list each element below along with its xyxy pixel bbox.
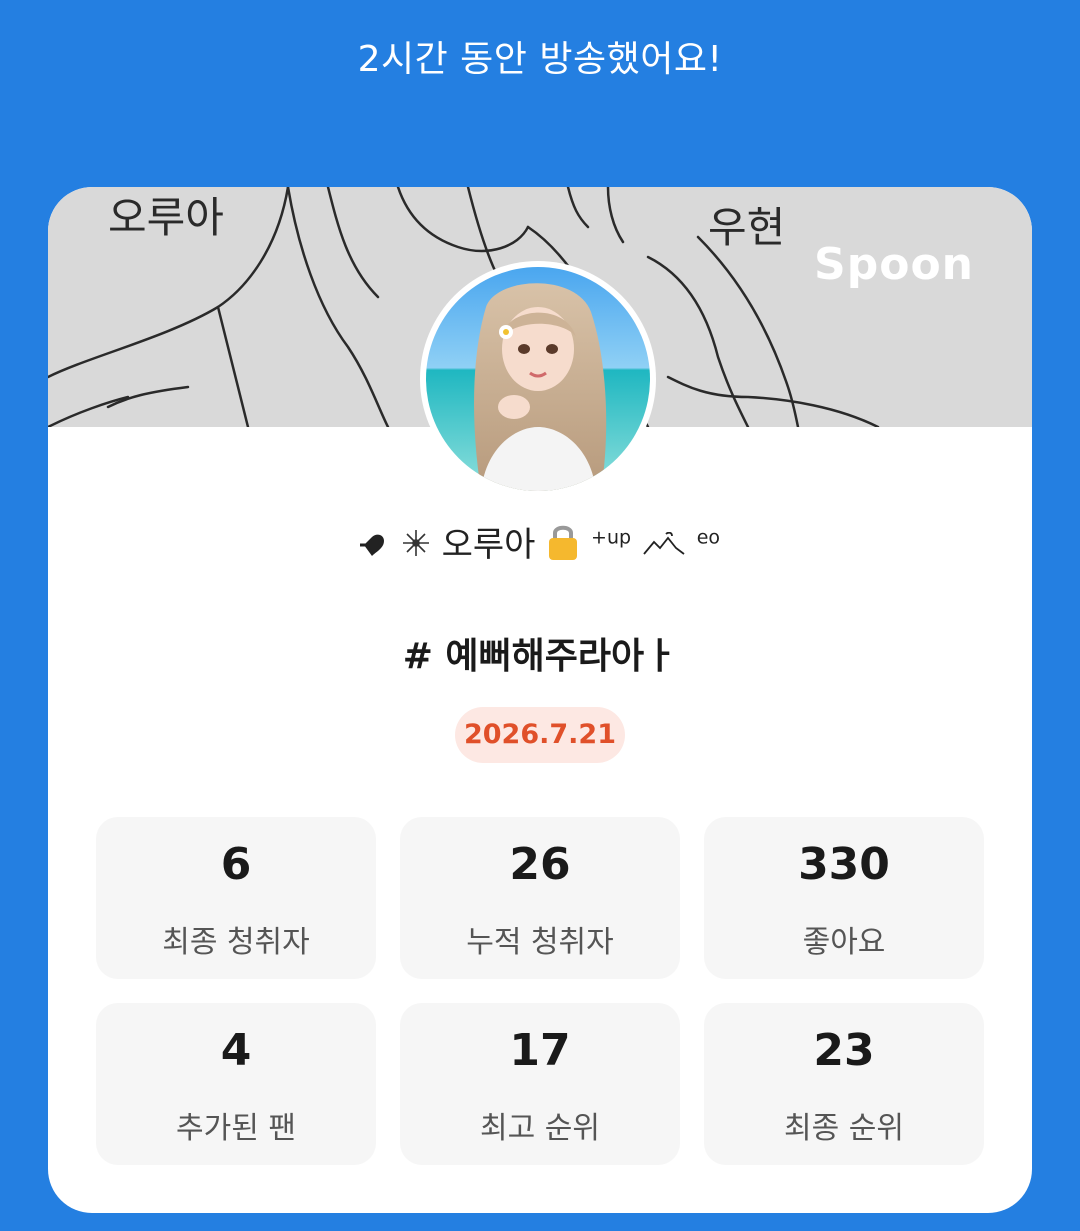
mountain-doodle-icon — [642, 527, 686, 567]
stat-label: 최종 순위 — [784, 1111, 904, 1146]
stat-value: 23 — [813, 1025, 875, 1076]
broadcast-summary-card: 오루아 우현 Spoon 오루아 +up eo # 예뻐해주라아ㅏ 2026.7… — [48, 187, 1032, 1213]
heart-arrow-icon — [359, 527, 390, 567]
snowflake-icon — [401, 527, 431, 567]
broadcast-title: # 예뻐해주라아ㅏ — [402, 636, 678, 677]
broadcast-date-badge: 2026.7.21 — [455, 707, 625, 763]
stat-label: 최고 순위 — [480, 1111, 600, 1146]
stat-label: 최종 청취자 — [162, 925, 310, 960]
nickname-text: 오루아 — [441, 525, 536, 565]
stat-final-listeners: 6 최종 청취자 — [96, 817, 376, 979]
stat-final-rank: 23 최종 순위 — [704, 1003, 984, 1165]
stat-label: 누적 청취자 — [466, 925, 614, 960]
stat-label: 추가된 팬 — [176, 1111, 296, 1146]
stat-value: 4 — [220, 1025, 252, 1076]
stat-likes: 330 좋아요 — [704, 817, 984, 979]
stat-value: 26 — [509, 839, 571, 890]
doodle-text-right: 우현 — [708, 203, 785, 252]
doodle-text-left: 오루아 — [108, 193, 224, 242]
stat-new-fans: 4 추가된 팬 — [96, 1003, 376, 1165]
stat-label: 좋아요 — [802, 925, 886, 960]
nickname-sup-up: +up — [591, 526, 632, 549]
stat-value: 6 — [220, 839, 252, 890]
profile-photo-icon — [426, 267, 650, 491]
stat-highest-rank: 17 최고 순위 — [400, 1003, 680, 1165]
stat-value: 17 — [509, 1025, 571, 1076]
stat-total-listeners: 26 누적 청취자 — [400, 817, 680, 979]
lock-icon — [546, 523, 580, 570]
stat-value: 330 — [798, 839, 890, 890]
nickname-sup-eo: eo — [696, 526, 721, 549]
broadcast-duration-headline: 2시간 동안 방송했어요! — [357, 39, 723, 80]
spoon-logo: Spoon — [814, 239, 974, 290]
stats-grid: 6 최종 청취자 26 누적 청취자 330 좋아요 4 추가된 팬 17 최고… — [96, 817, 984, 1165]
host-nickname[interactable]: 오루아 +up eo — [48, 517, 1032, 570]
avatar[interactable] — [420, 261, 656, 497]
